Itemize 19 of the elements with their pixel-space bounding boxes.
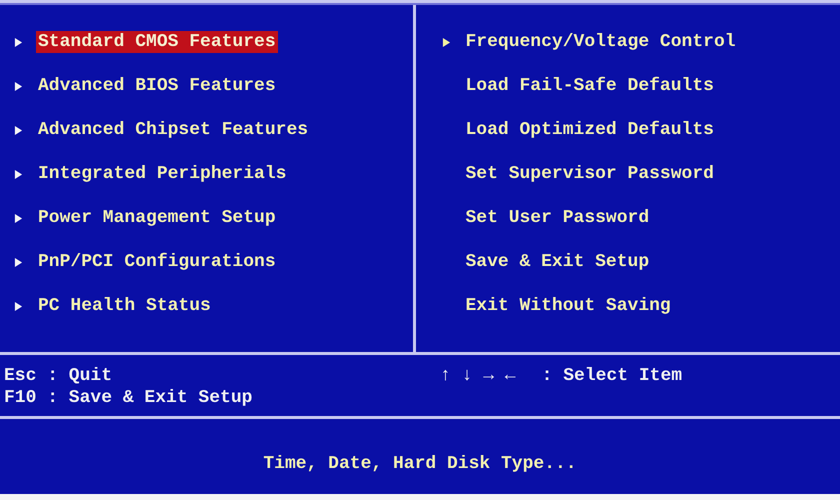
menu-item[interactable]: Load Fail-Safe Defaults: [464, 75, 716, 97]
arrow-keys: ↑ ↓ → ←: [440, 365, 516, 387]
key-hint: F10 : Save & Exit Setup: [4, 387, 254, 409]
item-description: Time, Date, Hard Disk Type...: [263, 454, 577, 474]
menu-item[interactable]: Load Optimized Defaults: [464, 119, 716, 141]
menu-item[interactable]: Frequency/Voltage Control: [464, 31, 738, 53]
menu-item[interactable]: Advanced BIOS Features: [36, 75, 278, 97]
key-hint: : Select Item: [542, 365, 682, 387]
menu-item[interactable]: Set Supervisor Password: [464, 163, 716, 185]
menu-item[interactable]: Exit Without Saving: [464, 295, 673, 317]
menu-item[interactable]: Integrated Peripherials: [36, 163, 288, 185]
menu-item[interactable]: PnP/PCI Configurations: [36, 251, 278, 273]
menu-item[interactable]: Standard CMOS Features: [36, 31, 278, 53]
key-hint: Esc : Quit: [4, 365, 114, 387]
menu-item[interactable]: Advanced Chipset Features: [36, 119, 310, 141]
menu-item[interactable]: Set User Password: [464, 207, 652, 229]
menu-item[interactable]: Power Management Setup: [36, 207, 278, 229]
menu-item[interactable]: PC Health Status: [36, 295, 213, 317]
menu-item[interactable]: Save & Exit Setup: [464, 251, 652, 273]
